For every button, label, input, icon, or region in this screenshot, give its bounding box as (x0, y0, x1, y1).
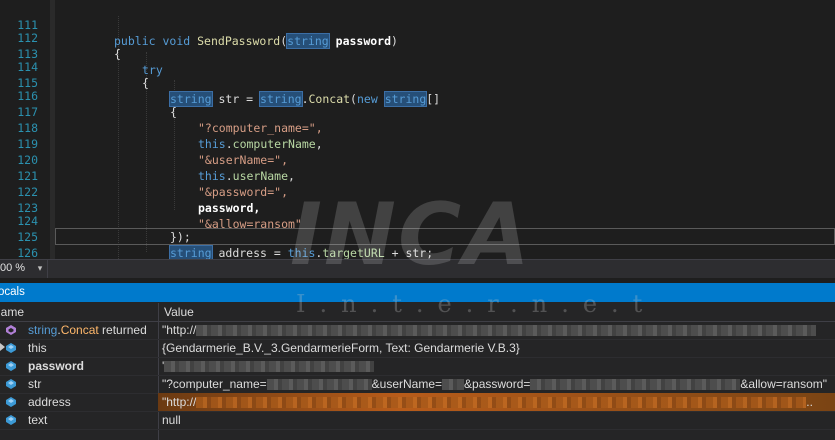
code-line: 117 "?computer_name=", (0, 88, 835, 135)
variable-name: this (28, 341, 47, 355)
chevron-down-icon[interactable]: ▾ (34, 261, 46, 275)
variable-name: str (28, 377, 42, 391)
watermark-text: I.n.t.e.r.n.e.t (296, 290, 657, 318)
variable-value: null (162, 413, 181, 427)
divider (47, 260, 48, 278)
variable-value: "http://.. (162, 395, 813, 409)
locals-row[interactable]: text null (0, 411, 835, 430)
variable-name: text (28, 413, 48, 427)
field-icon (6, 343, 16, 353)
field-icon (6, 415, 16, 425)
code-line: 119 "&userName=", (0, 120, 835, 167)
locals-row[interactable]: this {Gendarmerie_B.V._3.GendarmerieForm… (0, 339, 835, 358)
code-line: 121 "&password=", (0, 152, 835, 199)
method-return-icon (6, 325, 16, 335)
variable-value: {Gendarmerie_B.V._3.GendarmerieForm, Tex… (162, 341, 520, 355)
code-line: 114 { (0, 43, 835, 90)
field-icon (6, 379, 16, 389)
watermark-logo: INCA (290, 185, 532, 285)
field-icon (6, 397, 16, 407)
field-icon (6, 361, 16, 371)
column-header-name[interactable]: lame (0, 303, 24, 321)
variable-name: password (28, 359, 85, 373)
code-line: 122 password, (0, 168, 835, 215)
code-line: 120 this.userName, (0, 136, 835, 183)
locals-row[interactable]: password ' (0, 357, 835, 376)
locals-row[interactable]: address "http://.. (0, 393, 835, 412)
column-header-value[interactable]: Value (164, 303, 194, 321)
variable-value: "http:// (162, 321, 817, 339)
locals-row[interactable]: str "?computer_name= &userName= &password=… (0, 375, 835, 394)
locals-row[interactable]: string.Concat returned "http:// (0, 321, 835, 340)
variable-name: address (28, 395, 71, 409)
variable-value: ' (162, 357, 375, 375)
code-line: 112 { (0, 14, 835, 61)
code-line: 116 { (0, 72, 835, 119)
zoom-level[interactable]: 00 % (0, 262, 25, 274)
locals-title: ocals (0, 286, 25, 298)
variable-name: string.Concat returned (28, 323, 147, 337)
expand-arrow-icon[interactable] (0, 343, 5, 351)
code-line: 118 this.computerName, (0, 104, 835, 151)
variable-value: "?computer_name= &userName= &password= &all… (162, 377, 828, 391)
